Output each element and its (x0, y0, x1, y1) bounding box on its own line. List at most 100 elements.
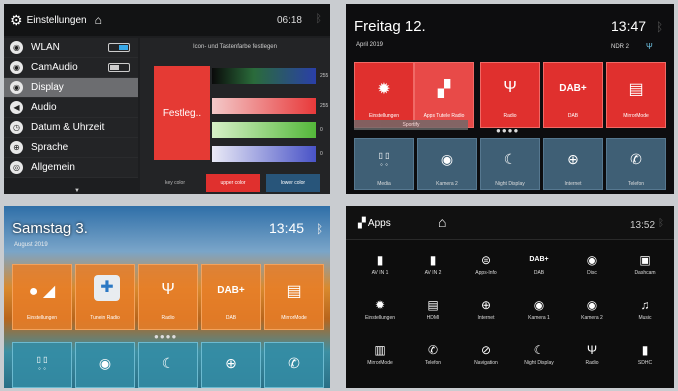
color-swatch[interactable]: Festleg.. (154, 66, 210, 160)
app-label: Navigation (474, 360, 498, 366)
night-icon: ☾ (503, 151, 517, 167)
tile-label: MirrorMode (281, 315, 307, 321)
home-icon[interactable]: ⌂ (95, 13, 102, 27)
tile-kamera2[interactable]: ◉ Kamera 2 (417, 138, 477, 190)
settings-menu: ◉ WLAN ◉ CamAudio ◉ Display ◀ Audio ◷ Da… (4, 38, 138, 178)
tile-radio[interactable]: Ψ Radio (480, 62, 540, 128)
key-color-button[interactable]: key color (150, 174, 200, 192)
clock-display: 13:47 (611, 18, 647, 34)
mirror-icon: ▤ (628, 81, 644, 98)
app-label: Kamera 2 (581, 315, 603, 321)
menu-item-display[interactable]: ◉ Display (4, 78, 138, 98)
color-slider[interactable] (212, 68, 316, 84)
tile-mirrormode[interactable]: ▤ MirrorMode (606, 62, 666, 128)
tile-kamera[interactable]: ◉ (75, 342, 135, 388)
menu-item-audio[interactable]: ◀ Audio (4, 98, 138, 118)
clock-display: 13:45 (269, 220, 305, 236)
blue-slider[interactable] (212, 146, 316, 162)
page-indicator: ●●●● (496, 126, 520, 135)
app-item[interactable]: ⊕ Internet (460, 295, 512, 335)
menu-item-wlan[interactable]: ◉ WLAN (4, 38, 138, 58)
menu-item-datum[interactable]: ◷ Datum & Uhrzeit (4, 118, 138, 138)
tile-tunein[interactable]: ✚ Tunein Radio (75, 264, 135, 330)
menu-item-allgemein[interactable]: ◎ Allgemein (4, 158, 138, 178)
app-item[interactable]: ▤ HDMI (407, 295, 459, 335)
wlan-toggle[interactable] (108, 43, 130, 52)
settings-grid-icon: ● ◢ (28, 283, 56, 300)
app-label: HDMI (426, 315, 440, 321)
tile-media[interactable]: ▯ ▯ ◦ ◦ (12, 342, 72, 388)
tile-telefon[interactable]: ✆ (264, 342, 324, 388)
app-item[interactable]: ▮ AV IN 2 (407, 250, 459, 290)
app-label: Dashcam (634, 270, 656, 276)
app-item[interactable]: ⊜ Apps-Info (460, 250, 512, 290)
app-item[interactable]: ◉ Kamera 1 (513, 295, 565, 335)
navigation-icon: ⊘ (480, 343, 492, 357)
green-slider[interactable] (212, 122, 316, 138)
red-slider[interactable] (212, 98, 316, 114)
tile-telefon[interactable]: ✆ Telefon (606, 138, 666, 190)
app-item[interactable]: ▮ AV IN 1 (354, 250, 406, 290)
tile-einstellungen[interactable]: ✹ Einstellungen (354, 62, 414, 128)
app-item[interactable]: ◉ Disc (566, 250, 618, 290)
apps-icon: ▞ (437, 81, 451, 98)
tile-label: Einstellungen (368, 113, 400, 119)
audio-icon: ◀ (10, 101, 23, 114)
app-item[interactable]: ♫ Music (619, 295, 671, 335)
menu-label: WLAN (31, 42, 60, 53)
general-icon: ◎ (10, 161, 23, 174)
tile-internet[interactable]: ⊕ Internet (543, 138, 603, 190)
app-label: Music (638, 315, 652, 321)
camaudio-toggle[interactable] (108, 63, 130, 72)
app-item[interactable]: ▣ Dashcam (619, 250, 671, 290)
tile-label: DAB (225, 315, 237, 321)
home-screen-autumn: Samstag 3. August 2019 13:45 ᛒ ● ◢ Einst… (4, 206, 330, 388)
app-item[interactable]: ✆ Telefon (407, 340, 459, 380)
hdmi-icon: ▤ (427, 298, 439, 312)
tile-label: Media (377, 181, 391, 187)
home-icon[interactable]: ⌂ (438, 214, 446, 230)
tile-radio[interactable]: Ψ Radio (138, 264, 198, 330)
radio-icon: Ψ (586, 343, 598, 357)
settings-screen: ⚙ Einstellungen ⌂ 06:18 ᛒ ◉ WLAN ◉ CamAu… (4, 4, 330, 194)
app-item[interactable]: Ψ Radio (566, 340, 618, 380)
display-icon: ◉ (10, 81, 23, 94)
tile-internet[interactable]: ⊕ (201, 342, 261, 388)
phone-icon: ✆ (288, 355, 300, 371)
tile-label: DAB (567, 113, 579, 119)
tile-media[interactable]: ▯ ▯ ◦ ◦ Media (354, 138, 414, 190)
upper-color-button[interactable]: upper color (206, 174, 260, 192)
tile-mirrormode[interactable]: ▤ MirrorMode (264, 264, 324, 330)
tile-night-display[interactable]: ☾ Night Display (480, 138, 540, 190)
tile-label: Tunein Radio (90, 315, 120, 321)
tile-apps[interactable]: ▞ Apps Tutele Radio (414, 62, 474, 128)
app-item[interactable]: DAB+ DAB (513, 250, 565, 290)
gear-icon: ✹ (374, 298, 386, 312)
tile-night-display[interactable]: ☾ (138, 342, 198, 388)
camera-icon: ◉ (440, 151, 454, 167)
app-item[interactable]: ✹ Einstellungen (354, 295, 406, 335)
tile-label: Apps Tutele Radio (423, 113, 465, 119)
tile-einstellungen[interactable]: ● ◢ Einstellungen (12, 264, 72, 330)
date-display: Samstag 3. (12, 220, 88, 237)
app-label: Radio (585, 360, 599, 366)
apps-header: ▞ Apps ⌂ 13:52 ᛒ (346, 206, 674, 240)
app-item[interactable]: ⊘ Navigation (460, 340, 512, 380)
menu-item-sprache[interactable]: ⊕ Sprache (4, 138, 138, 158)
lower-color-button[interactable]: lower color (266, 174, 320, 192)
night-icon: ☾ (161, 355, 175, 371)
app-item[interactable]: ▮ SDHC (619, 340, 671, 380)
globe-icon: ⊕ (567, 151, 579, 167)
home-screen-red: Freitag 12. April 2019 13:47 ᛒ NDR 2 Ψ ✹… (346, 4, 674, 194)
app-item[interactable]: ◉ Kamera 2 (566, 295, 618, 335)
tile-dab[interactable]: DAB+ DAB (543, 62, 603, 128)
tile-dab[interactable]: DAB+ DAB (201, 264, 261, 330)
display-settings-panel: Icon- und Tastenfarbe festlegen Festleg.… (140, 38, 330, 194)
app-item[interactable]: ▥ MirrorMode (354, 340, 406, 380)
app-item[interactable]: ☾ Night Display (513, 340, 565, 380)
chevron-down-icon[interactable]: ▼ (74, 188, 80, 194)
menu-item-camaudio[interactable]: ◉ CamAudio (4, 58, 138, 78)
slider-value: 0 (320, 127, 323, 133)
camera-icon: ◉ (586, 298, 598, 312)
tunein-icon: ✚ (94, 275, 120, 301)
